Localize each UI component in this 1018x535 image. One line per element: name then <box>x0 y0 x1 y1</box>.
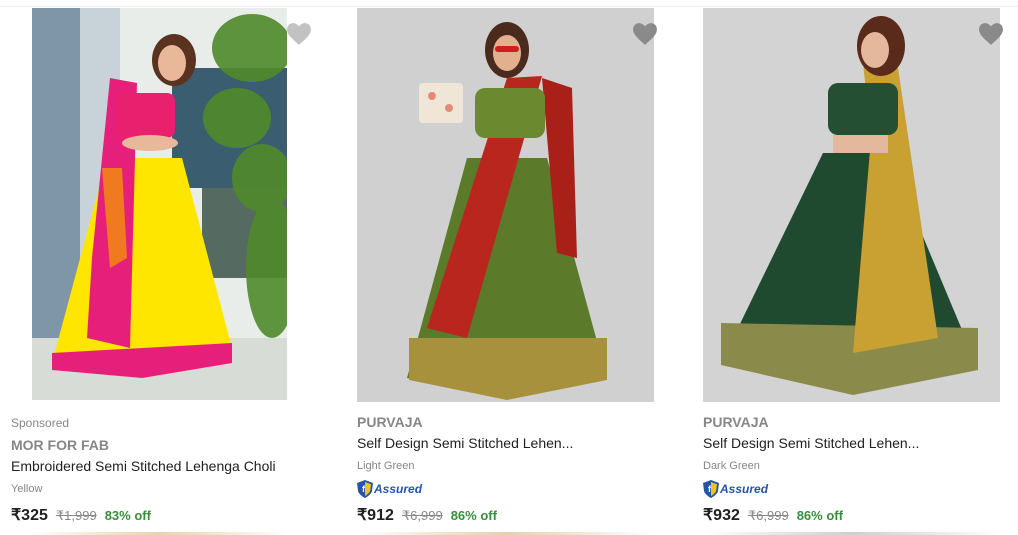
assured-badge: f Assured <box>703 480 768 498</box>
product-image[interactable] <box>32 8 287 400</box>
product-title[interactable]: Self Design Semi Stitched Lehen... <box>703 435 919 451</box>
product-title[interactable]: Self Design Semi Stitched Lehen... <box>357 435 573 451</box>
original-price: ₹6,999 <box>401 508 443 523</box>
product-photo-illustration <box>32 8 287 400</box>
product-photo-illustration <box>357 8 654 402</box>
original-price: ₹6,999 <box>747 508 789 523</box>
wishlist-heart-icon[interactable] <box>286 22 312 46</box>
discount-percent: 83% off <box>104 508 151 523</box>
wishlist-heart-icon[interactable] <box>978 22 1004 46</box>
assured-badge-icon: f <box>703 480 719 498</box>
product-variant: Yellow <box>11 483 43 495</box>
assured-label: Assured <box>720 482 769 496</box>
product-brand: PURVAJA <box>357 414 423 430</box>
product-title[interactable]: Embroidered Semi Stitched Lehenga Choli <box>11 458 276 474</box>
selling-price: ₹932 <box>703 507 740 524</box>
original-price: ₹1,999 <box>55 508 97 523</box>
assured-label: Assured <box>374 482 423 496</box>
product-variant: Light Green <box>357 460 415 472</box>
top-divider <box>0 6 1018 7</box>
assured-badge-icon: f <box>357 480 373 498</box>
price-row: ₹325 ₹1,999 83% off <box>11 505 151 525</box>
sponsored-label: Sponsored <box>11 416 70 430</box>
assured-badge: f Assured <box>357 480 422 498</box>
product-brand: PURVAJA <box>703 414 769 430</box>
product-variant: Dark Green <box>703 460 760 472</box>
product-photo-illustration <box>703 8 1000 402</box>
selling-price: ₹325 <box>11 507 48 524</box>
price-row: ₹912 ₹6,999 86% off <box>357 505 497 525</box>
product-image[interactable] <box>703 8 1000 402</box>
discount-percent: 86% off <box>796 508 843 523</box>
selling-price: ₹912 <box>357 507 394 524</box>
product-brand: MOR FOR FAB <box>11 437 109 453</box>
discount-percent: 86% off <box>450 508 497 523</box>
wishlist-heart-icon[interactable] <box>632 22 658 46</box>
price-row: ₹932 ₹6,999 86% off <box>703 505 843 525</box>
product-image[interactable] <box>357 8 654 402</box>
